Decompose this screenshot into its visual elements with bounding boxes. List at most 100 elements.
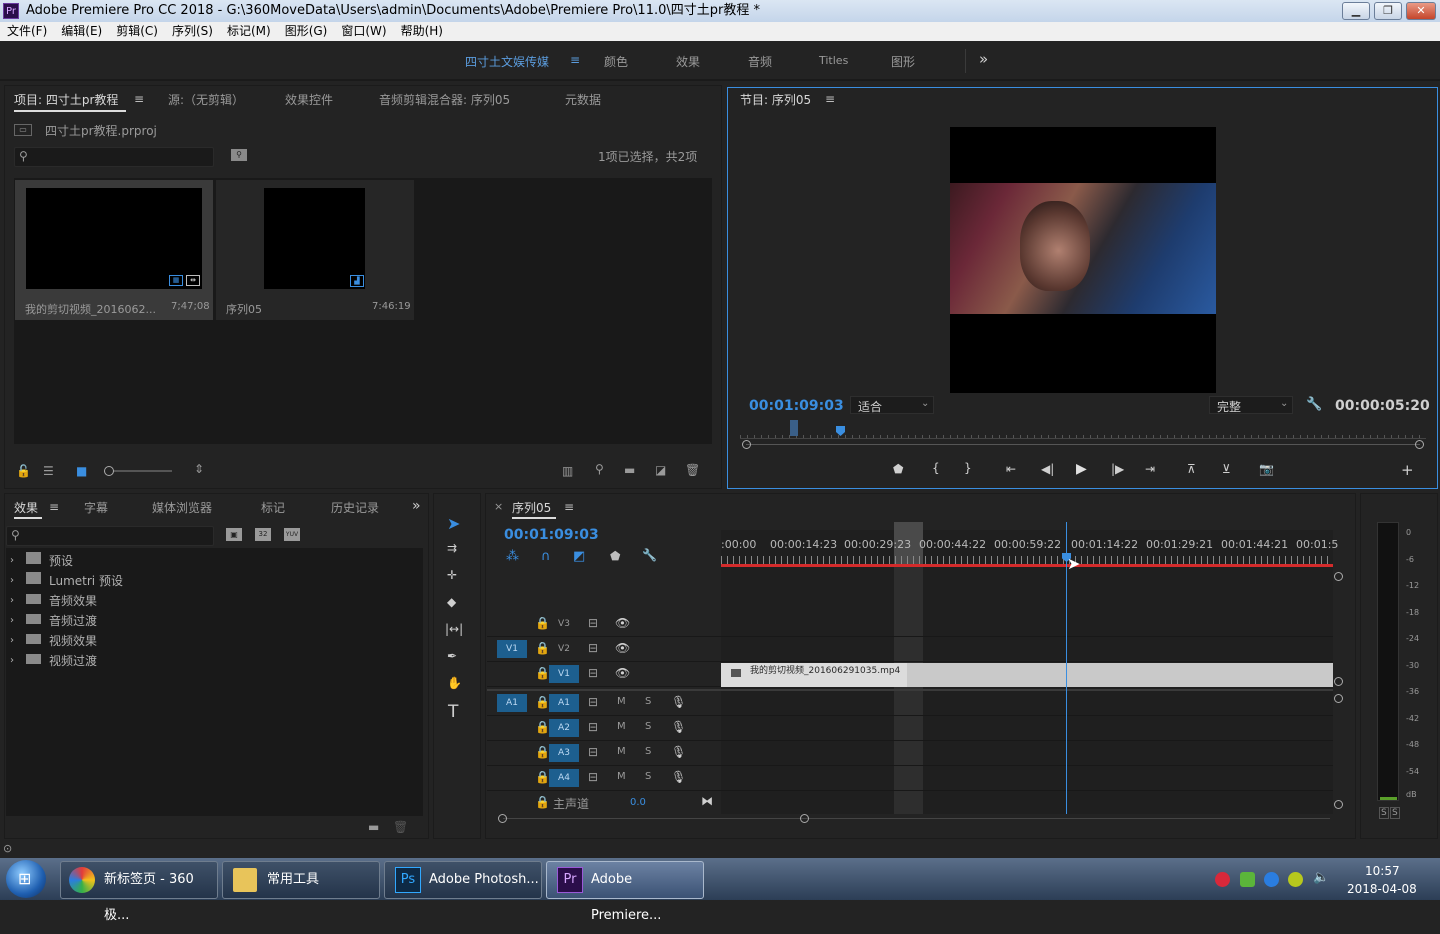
folder-presets[interactable]: › 预设: [8, 551, 418, 571]
snap-magnet-icon[interactable]: ∩: [541, 549, 551, 564]
workspace-tab-effects[interactable]: 效果: [676, 53, 700, 70]
workspace-tab-custom[interactable]: 四寸土文娱传媒: [465, 53, 549, 70]
add-marker-icon[interactable]: ⬟: [610, 549, 620, 563]
meter-solo-left[interactable]: S: [1379, 807, 1389, 819]
track-a1-label[interactable]: A1: [549, 694, 579, 712]
go-to-in-icon[interactable]: ⇤: [1006, 462, 1016, 476]
mute-button[interactable]: M: [617, 746, 626, 757]
nest-icon[interactable]: ⁂: [506, 549, 519, 564]
timeline-zoom-right-handle[interactable]: [800, 814, 809, 823]
meter-solo-right[interactable]: S: [1390, 807, 1400, 819]
settings-wrench-icon[interactable]: 🔧: [1306, 397, 1322, 412]
project-search-input[interactable]: ⚲: [14, 147, 214, 167]
extract-icon[interactable]: ⊻: [1222, 462, 1231, 476]
sequence-menu-icon[interactable]: ≡: [564, 500, 574, 514]
taskbar-item-360-browser[interactable]: 新标签页 - 360极...: [60, 861, 218, 923]
tab-source[interactable]: 源:（无剪辑）: [168, 91, 244, 108]
video-clip[interactable]: 我的剪切视频_201606291035.mp4: [721, 663, 1333, 687]
tab-sequence[interactable]: 序列05: [512, 499, 551, 516]
track-v3-label[interactable]: V3: [549, 615, 579, 633]
microphone-icon[interactable]: 🎙: [671, 745, 686, 759]
automate-to-sequence-icon[interactable]: ▥: [562, 464, 573, 478]
timeline-zoom-scrollbar[interactable]: [503, 818, 1330, 819]
sync-lock-icon[interactable]: ⊟: [588, 616, 598, 630]
playback-resolution-dropdown[interactable]: 完整 ⌄: [1209, 396, 1293, 414]
track-v2-label[interactable]: V2: [549, 640, 579, 658]
mute-button[interactable]: M: [617, 696, 626, 707]
menu-marker[interactable]: 标记(M): [220, 22, 278, 41]
close-window-button[interactable]: ✕: [1406, 2, 1436, 20]
sync-lock-icon[interactable]: ⊟: [588, 745, 598, 759]
effects-menu-icon[interactable]: ≡: [49, 500, 59, 514]
go-to-out-icon[interactable]: ⇥: [1145, 462, 1155, 476]
effects-overflow-icon[interactable]: »: [412, 498, 421, 514]
icon-view-icon[interactable]: ■: [76, 464, 87, 478]
menu-window[interactable]: 窗口(W): [334, 22, 393, 41]
zoom-slider[interactable]: [104, 466, 172, 476]
export-frame-camera-icon[interactable]: 📷: [1259, 462, 1274, 476]
folder-video-effects[interactable]: › 视频效果: [8, 631, 418, 651]
track-select-tool-icon[interactable]: ⇉: [447, 541, 457, 555]
new-bin-icon[interactable]: ▬: [624, 463, 635, 477]
menu-file[interactable]: 文件(F): [0, 22, 54, 41]
accelerated-effects-icon[interactable]: ▣: [226, 528, 242, 541]
eye-icon[interactable]: 👁: [615, 641, 630, 655]
in-marker[interactable]: [790, 420, 798, 436]
program-zoom-right-handle[interactable]: [1415, 440, 1424, 449]
eye-icon[interactable]: 👁: [615, 616, 630, 630]
project-item-sequence[interactable]: ▟ 序列05 7:46:19: [216, 180, 414, 320]
master-volume-value[interactable]: 0.0: [630, 797, 646, 808]
tray-security-icon[interactable]: [1215, 872, 1230, 887]
linked-selection-icon[interactable]: ◩: [573, 549, 585, 564]
lock-track-icon[interactable]: 🔒: [535, 641, 550, 655]
lock-track-icon[interactable]: 🔒: [535, 695, 550, 709]
new-search-bin-icon[interactable]: ⚲: [231, 149, 247, 161]
pen-tool-icon[interactable]: ✒: [447, 649, 457, 663]
lock-track-icon[interactable]: 🔒: [535, 616, 550, 630]
taskbar-item-premiere[interactable]: Pr Adobe Premiere...: [546, 861, 704, 923]
delete-icon[interactable]: 🗑: [685, 463, 700, 477]
zoom-slider-handle[interactable]: [104, 466, 114, 476]
hand-tool-icon[interactable]: ✋: [447, 676, 462, 690]
ripple-edit-tool-icon[interactable]: ✛: [447, 568, 457, 582]
program-menu-icon[interactable]: ≡: [825, 92, 835, 106]
volume-icon[interactable]: 🔈: [1313, 870, 1329, 885]
track-a2-label[interactable]: A2: [549, 719, 579, 737]
folder-video-transitions[interactable]: › 视频过渡: [8, 651, 418, 671]
tray-update-icon[interactable]: [1264, 872, 1279, 887]
tray-network-icon[interactable]: [1240, 872, 1255, 887]
workspace-menu-icon[interactable]: ≡: [570, 53, 580, 67]
program-playhead-timecode[interactable]: 00:01:09:03: [749, 398, 844, 414]
mute-button[interactable]: M: [617, 771, 626, 782]
folder-lumetri-presets[interactable]: › Lumetri 预设: [8, 571, 418, 591]
folder-audio-transitions[interactable]: › 音频过渡: [8, 611, 418, 631]
solo-button[interactable]: S: [645, 771, 651, 782]
slip-tool-icon[interactable]: |↔|: [445, 622, 463, 636]
menu-edit[interactable]: 编辑(E): [54, 22, 109, 41]
mark-in-icon[interactable]: {: [932, 461, 940, 475]
solo-button[interactable]: S: [645, 746, 651, 757]
lift-icon[interactable]: ⊼: [1187, 462, 1196, 476]
tray-360-icon[interactable]: [1288, 872, 1303, 887]
step-back-icon[interactable]: ◀|: [1041, 462, 1054, 476]
tab-media-browser[interactable]: 媒体浏览器: [152, 499, 212, 516]
mute-button[interactable]: M: [617, 721, 626, 732]
audio-vertical-handle[interactable]: [1334, 694, 1343, 703]
solo-button[interactable]: S: [645, 721, 651, 732]
track-v1-label[interactable]: V1: [549, 665, 579, 683]
menu-help[interactable]: 帮助(H): [394, 22, 450, 41]
tab-effect-controls[interactable]: 效果控件: [285, 91, 333, 108]
timeline-zoom-left-handle[interactable]: [498, 814, 507, 823]
video-vertical-handle[interactable]: [1334, 677, 1343, 686]
sync-lock-icon[interactable]: ⊟: [588, 641, 598, 655]
eye-icon[interactable]: 👁: [615, 666, 630, 680]
minimize-button[interactable]: ▁: [1342, 2, 1370, 20]
lock-track-icon[interactable]: 🔒: [535, 745, 550, 759]
tab-captions[interactable]: 字幕: [84, 499, 108, 516]
step-forward-icon[interactable]: |▶: [1111, 462, 1124, 476]
lock-track-icon[interactable]: 🔒: [535, 795, 550, 809]
32bit-effects-icon[interactable]: 32: [255, 528, 271, 541]
lock-icon[interactable]: 🔓: [16, 464, 31, 478]
razor-tool-icon[interactable]: ◆: [447, 595, 456, 609]
yuv-effects-icon[interactable]: YUV: [284, 528, 300, 541]
